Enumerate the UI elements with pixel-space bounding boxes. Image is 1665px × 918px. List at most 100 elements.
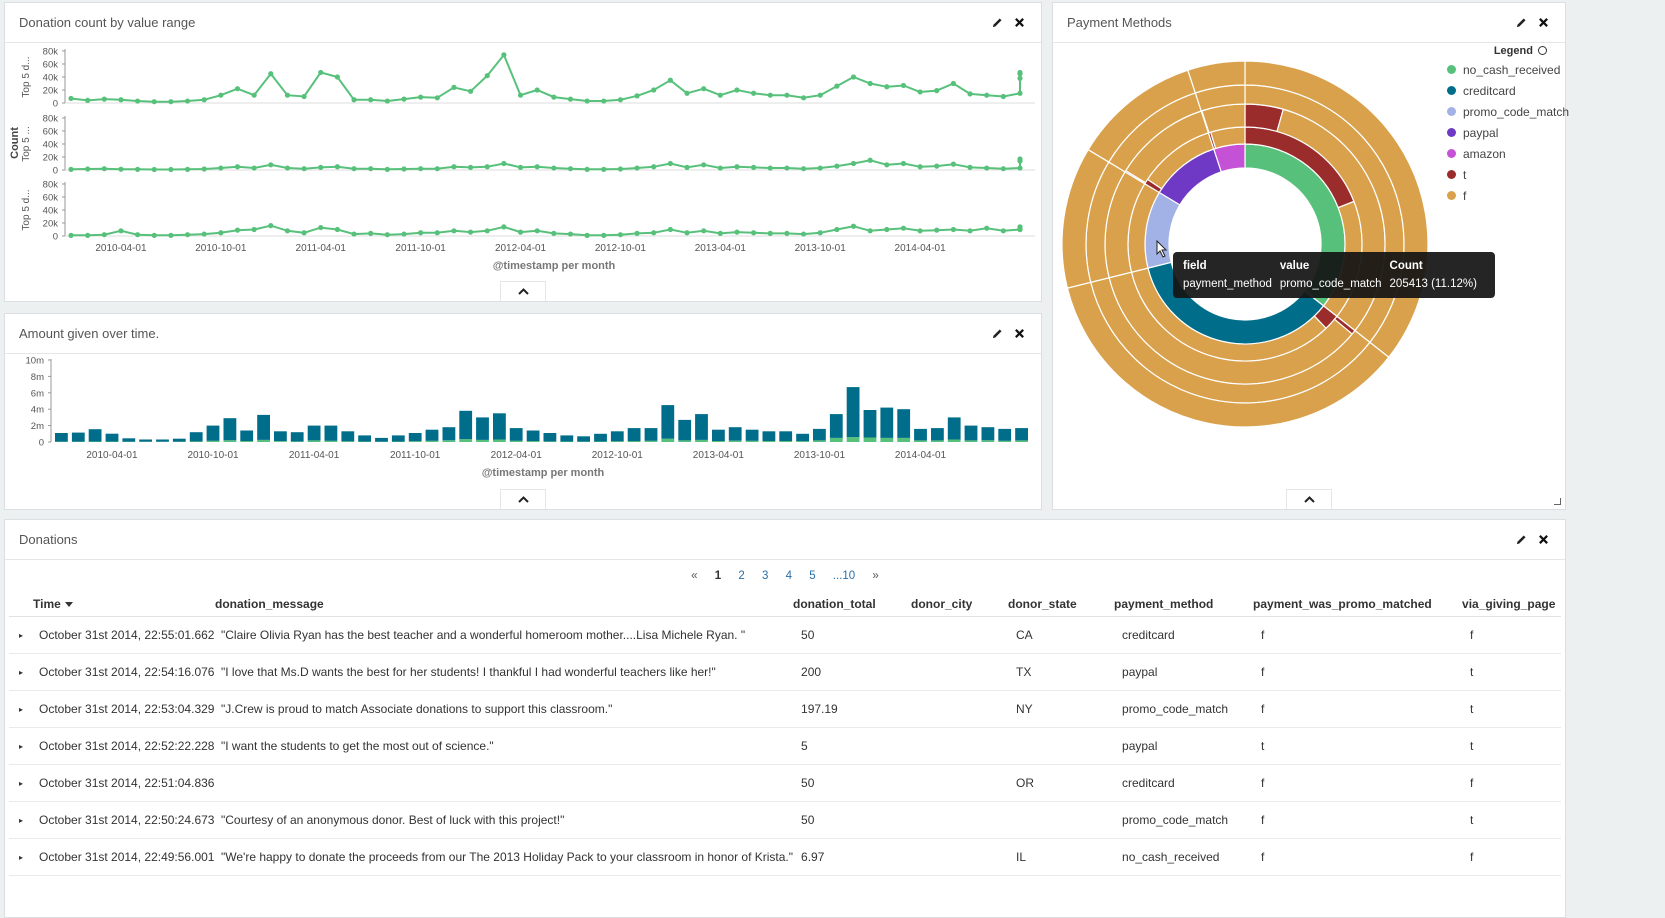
data-point[interactable] xyxy=(501,52,507,58)
sort-descending-icon[interactable] xyxy=(64,602,73,608)
bar-segment[interactable] xyxy=(476,417,489,440)
data-point[interactable] xyxy=(434,230,440,236)
bar-segment[interactable] xyxy=(880,437,894,442)
pager-page-10[interactable]: ...10 xyxy=(833,570,855,582)
pager-next[interactable]: » xyxy=(872,570,878,582)
data-point[interactable] xyxy=(234,164,241,170)
data-point[interactable] xyxy=(884,162,890,168)
data-point[interactable] xyxy=(334,226,340,233)
pager-prev[interactable]: « xyxy=(691,570,697,582)
data-point[interactable] xyxy=(168,99,174,105)
data-point[interactable] xyxy=(817,92,823,98)
data-point[interactable] xyxy=(101,232,107,238)
data-point[interactable] xyxy=(984,165,990,171)
data-point[interactable] xyxy=(617,97,624,103)
data-point[interactable] xyxy=(151,166,157,173)
data-point[interactable] xyxy=(334,164,340,170)
legend-item[interactable]: promo_code_match xyxy=(1447,101,1569,122)
data-point[interactable] xyxy=(967,164,973,170)
bar-segment[interactable] xyxy=(998,428,1012,441)
bar-segment[interactable] xyxy=(493,413,506,440)
bar-segment[interactable] xyxy=(375,437,388,442)
data-point[interactable] xyxy=(584,166,590,172)
edit-payment-panel-button[interactable] xyxy=(1513,15,1529,31)
bar-segment[interactable] xyxy=(914,428,927,441)
remove-count-panel-button[interactable] xyxy=(1011,15,1027,31)
data-point[interactable] xyxy=(301,166,307,172)
data-point[interactable] xyxy=(151,99,157,105)
data-point[interactable] xyxy=(701,86,707,92)
bar-segment[interactable] xyxy=(914,440,927,442)
data-point[interactable] xyxy=(617,232,624,238)
data-point[interactable] xyxy=(934,227,940,233)
data-point[interactable] xyxy=(484,164,490,170)
table-row[interactable]: ▸ October 31st 2014, 22:55:01.662 "Claire … xyxy=(9,616,1561,654)
data-point[interactable] xyxy=(484,73,490,79)
bar-segment[interactable] xyxy=(897,409,911,438)
data-point[interactable] xyxy=(834,163,840,169)
pager-page-1[interactable]: 1 xyxy=(715,570,721,582)
data-point[interactable] xyxy=(284,165,291,171)
data-point[interactable] xyxy=(1000,228,1006,234)
data-point[interactable] xyxy=(651,87,657,93)
bar-segment[interactable] xyxy=(139,439,152,442)
data-point[interactable] xyxy=(517,92,524,98)
data-point[interactable] xyxy=(917,89,923,95)
bar-segment[interactable] xyxy=(678,419,692,441)
data-point[interactable] xyxy=(318,164,324,170)
bar-segment[interactable] xyxy=(408,433,422,442)
bar-segment[interactable] xyxy=(391,441,405,443)
bar-segment[interactable] xyxy=(762,441,776,442)
data-point[interactable] xyxy=(384,232,390,238)
bar-segment[interactable] xyxy=(745,429,759,441)
data-point[interactable] xyxy=(184,166,191,172)
bar-segment[interactable] xyxy=(341,441,355,442)
bar-segment[interactable] xyxy=(964,425,978,441)
data-point[interactable] xyxy=(734,164,740,170)
data-point[interactable] xyxy=(151,232,157,238)
remove-payment-panel-button[interactable] xyxy=(1535,15,1551,31)
data-point[interactable] xyxy=(467,164,474,170)
bar-segment[interactable] xyxy=(307,425,321,441)
data-point[interactable] xyxy=(517,229,524,235)
remove-donations-panel-button[interactable] xyxy=(1535,532,1551,548)
data-point[interactable] xyxy=(567,231,574,237)
data-point[interactable] xyxy=(467,88,474,94)
data-point[interactable] xyxy=(501,224,507,230)
bar-segment[interactable] xyxy=(105,441,119,443)
data-point[interactable] xyxy=(701,228,707,234)
bar-segment[interactable] xyxy=(610,441,624,442)
bar-segment[interactable] xyxy=(846,387,860,438)
data-point[interactable] xyxy=(218,230,224,236)
bar-segment[interactable] xyxy=(543,433,557,442)
collapse-payment-panel-button[interactable] xyxy=(1286,489,1332,509)
legend-toggle[interactable]: Legend xyxy=(1494,45,1547,57)
data-point[interactable] xyxy=(934,88,940,94)
bar-segment[interactable] xyxy=(240,441,254,442)
data-point[interactable] xyxy=(784,92,790,98)
data-point[interactable] xyxy=(418,230,424,236)
bar-segment[interactable] xyxy=(796,441,809,442)
data-point[interactable] xyxy=(268,71,274,77)
data-point[interactable] xyxy=(1017,75,1023,81)
data-point[interactable] xyxy=(68,95,74,102)
data-point[interactable] xyxy=(867,157,873,163)
data-point[interactable] xyxy=(884,84,890,90)
data-point[interactable] xyxy=(85,232,91,238)
bar-segment[interactable] xyxy=(290,441,304,442)
pager-page-4[interactable]: 4 xyxy=(786,570,792,582)
legend-item[interactable]: t xyxy=(1447,164,1569,185)
bar-segment[interactable] xyxy=(661,405,675,439)
data-point[interactable] xyxy=(784,165,790,171)
data-point[interactable] xyxy=(634,93,640,99)
data-point[interactable] xyxy=(900,225,907,231)
bar-segment[interactable] xyxy=(863,410,877,438)
data-point[interactable] xyxy=(867,228,873,234)
data-point[interactable] xyxy=(617,166,624,172)
bar-segment[interactable] xyxy=(661,438,675,442)
table-row[interactable]: ▸ October 31st 2014, 22:50:24.673 "Courtes… xyxy=(9,801,1561,839)
bar-segment[interactable] xyxy=(880,407,894,438)
data-point[interactable] xyxy=(534,87,540,93)
bar-segment[interactable] xyxy=(543,441,557,442)
collapse-count-panel-button[interactable] xyxy=(500,281,546,301)
